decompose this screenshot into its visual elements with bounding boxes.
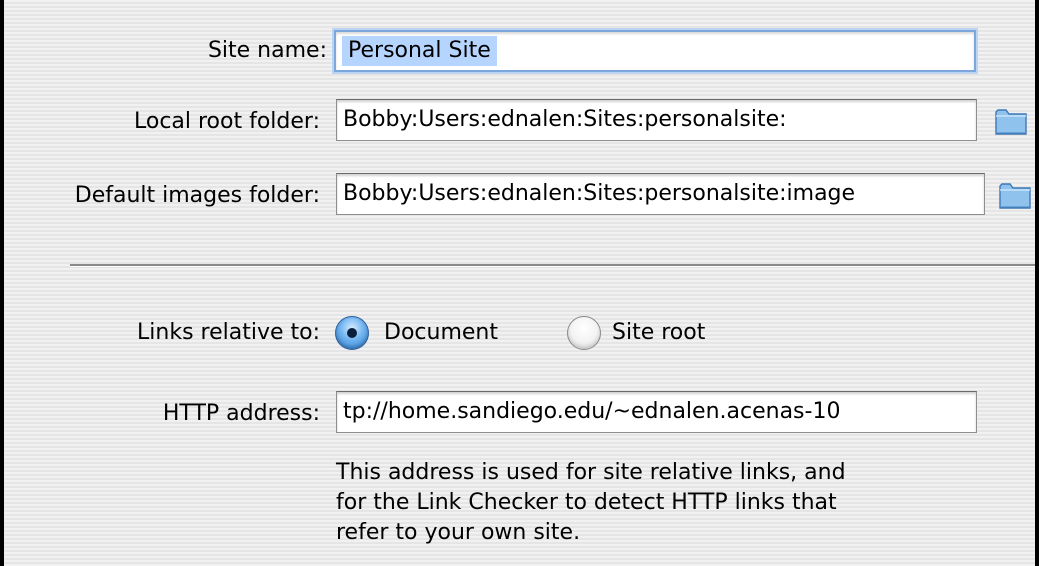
- default-images-folder-input[interactable]: [337, 174, 984, 214]
- window-border-right: [1035, 0, 1039, 566]
- http-address-field[interactable]: [336, 391, 977, 433]
- section-separator: [70, 264, 1035, 267]
- default-images-browse-button[interactable]: [997, 177, 1033, 213]
- radio-site-root[interactable]: [567, 316, 601, 350]
- folder-icon: [999, 183, 1031, 209]
- site-name-field[interactable]: Personal Site: [334, 30, 976, 72]
- site-name-label: Site name:: [207, 38, 327, 63]
- default-images-folder-field[interactable]: [336, 173, 985, 215]
- help-text-line: for the Link Checker to detect HTTP link…: [336, 490, 837, 515]
- http-address-help-text: This address is used for site relative l…: [336, 458, 1016, 548]
- radio-site-root-label[interactable]: Site root: [612, 320, 705, 346]
- local-root-folder-field[interactable]: [336, 99, 977, 141]
- local-root-folder-label: Local root folder:: [133, 109, 320, 134]
- help-text-line: refer to your own site.: [336, 520, 581, 545]
- radio-document[interactable]: [335, 316, 369, 350]
- help-text-line: This address is used for site relative l…: [336, 460, 846, 485]
- site-name-value[interactable]: Personal Site: [342, 36, 497, 66]
- http-address-input[interactable]: [337, 392, 976, 432]
- window-border-left: [0, 0, 4, 566]
- folder-icon: [995, 109, 1027, 135]
- http-address-label: HTTP address:: [162, 401, 320, 426]
- local-root-folder-input[interactable]: [337, 100, 976, 140]
- radio-document-label[interactable]: Document: [384, 320, 498, 346]
- local-root-browse-button[interactable]: [993, 103, 1029, 139]
- default-images-folder-label: Default images folder:: [74, 183, 320, 208]
- links-relative-label: Links relative to:: [137, 320, 320, 345]
